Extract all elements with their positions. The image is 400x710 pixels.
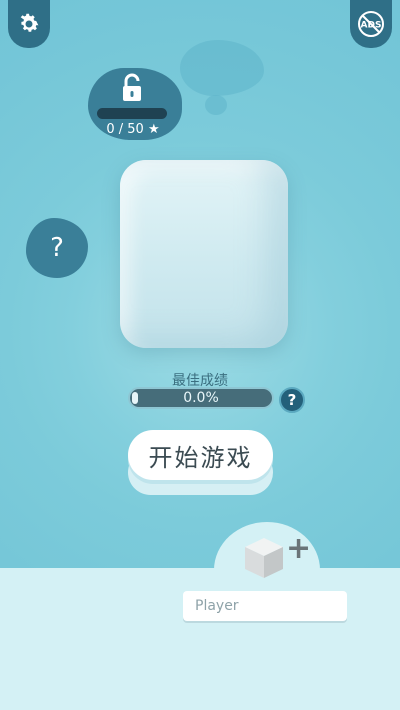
player-cube xyxy=(120,160,288,348)
unlock-stars-text: 0 / 50 ★ xyxy=(106,122,160,137)
unlock-progress-bar xyxy=(97,108,167,119)
ads-label: ADS xyxy=(361,21,382,31)
best-score-help-button[interactable]: ? xyxy=(279,387,305,413)
decor-blob xyxy=(180,40,264,96)
help-label: ? xyxy=(50,233,64,263)
no-ads-icon: ADS xyxy=(358,11,384,37)
remove-ads-button[interactable]: ADS xyxy=(350,0,392,48)
lock-icon xyxy=(123,73,141,101)
decor-blob xyxy=(205,95,227,115)
plus-icon[interactable]: + xyxy=(286,534,311,564)
gear-icon xyxy=(20,13,39,32)
player-name-input[interactable] xyxy=(183,591,347,621)
best-score-progress: 0.0% xyxy=(128,387,274,409)
help-button[interactable]: ? xyxy=(26,218,88,278)
settings-button[interactable] xyxy=(8,0,50,48)
cube-icon[interactable] xyxy=(241,534,287,580)
best-score-value: 0.0% xyxy=(183,390,219,406)
start-game-button[interactable]: 开始游戏 xyxy=(128,430,273,480)
player-panel xyxy=(0,568,400,710)
